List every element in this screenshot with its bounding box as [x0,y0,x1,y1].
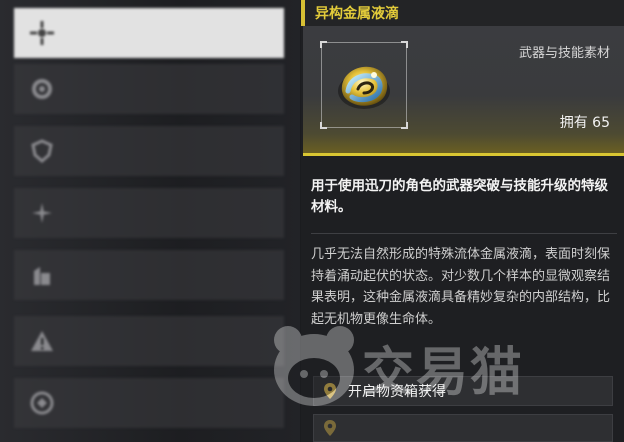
item-card: 武器与技能素材 拥有 65 [303,26,624,156]
item-summary: 用于使用迅刀的角色的武器突破与技能升级的特级材料。 [311,178,608,215]
location-pin-icon [324,383,336,399]
owned-count: 拥有 65 [559,115,610,131]
divider [311,233,617,234]
emblem-icon [26,387,58,419]
menu-item-4[interactable] [14,250,284,300]
crosshair-icon [26,17,58,49]
menu-item-6[interactable] [14,378,284,428]
gear-icon [26,73,58,105]
warning-icon [26,325,58,357]
item-category: 武器与技能素材 [518,46,610,61]
source-label: 开启物资箱获得 [348,384,446,400]
shield-icon [26,135,58,167]
menu-item-2[interactable] [14,126,284,176]
source-row-2[interactable] [313,414,613,442]
menu-item-5[interactable] [14,316,284,366]
item-detail-panel: 异构金属液滴 武器与技能素材 拥有 65 用于使用迅刀的角色的武器突破与技能升级… [301,0,624,442]
menu-item-0[interactable] [14,8,284,58]
item-icon-frame [320,41,408,129]
menu-item-3[interactable] [14,188,284,238]
metal-droplet-icon [338,66,390,109]
item-description: 几乎无法自然形成的特殊流体金属液滴，表面时刻保持着涌动起伏的状态。对少数几个样本… [311,247,611,327]
building-icon [26,259,58,291]
menu-item-1[interactable] [14,64,284,114]
item-name: 异构金属液滴 [315,6,399,22]
location-pin-icon [324,420,336,436]
compass-icon [26,197,58,229]
source-row-open-supply-box[interactable]: 开启物资箱获得 [313,376,613,406]
item-title-bar: 异构金属液滴 [301,0,624,26]
